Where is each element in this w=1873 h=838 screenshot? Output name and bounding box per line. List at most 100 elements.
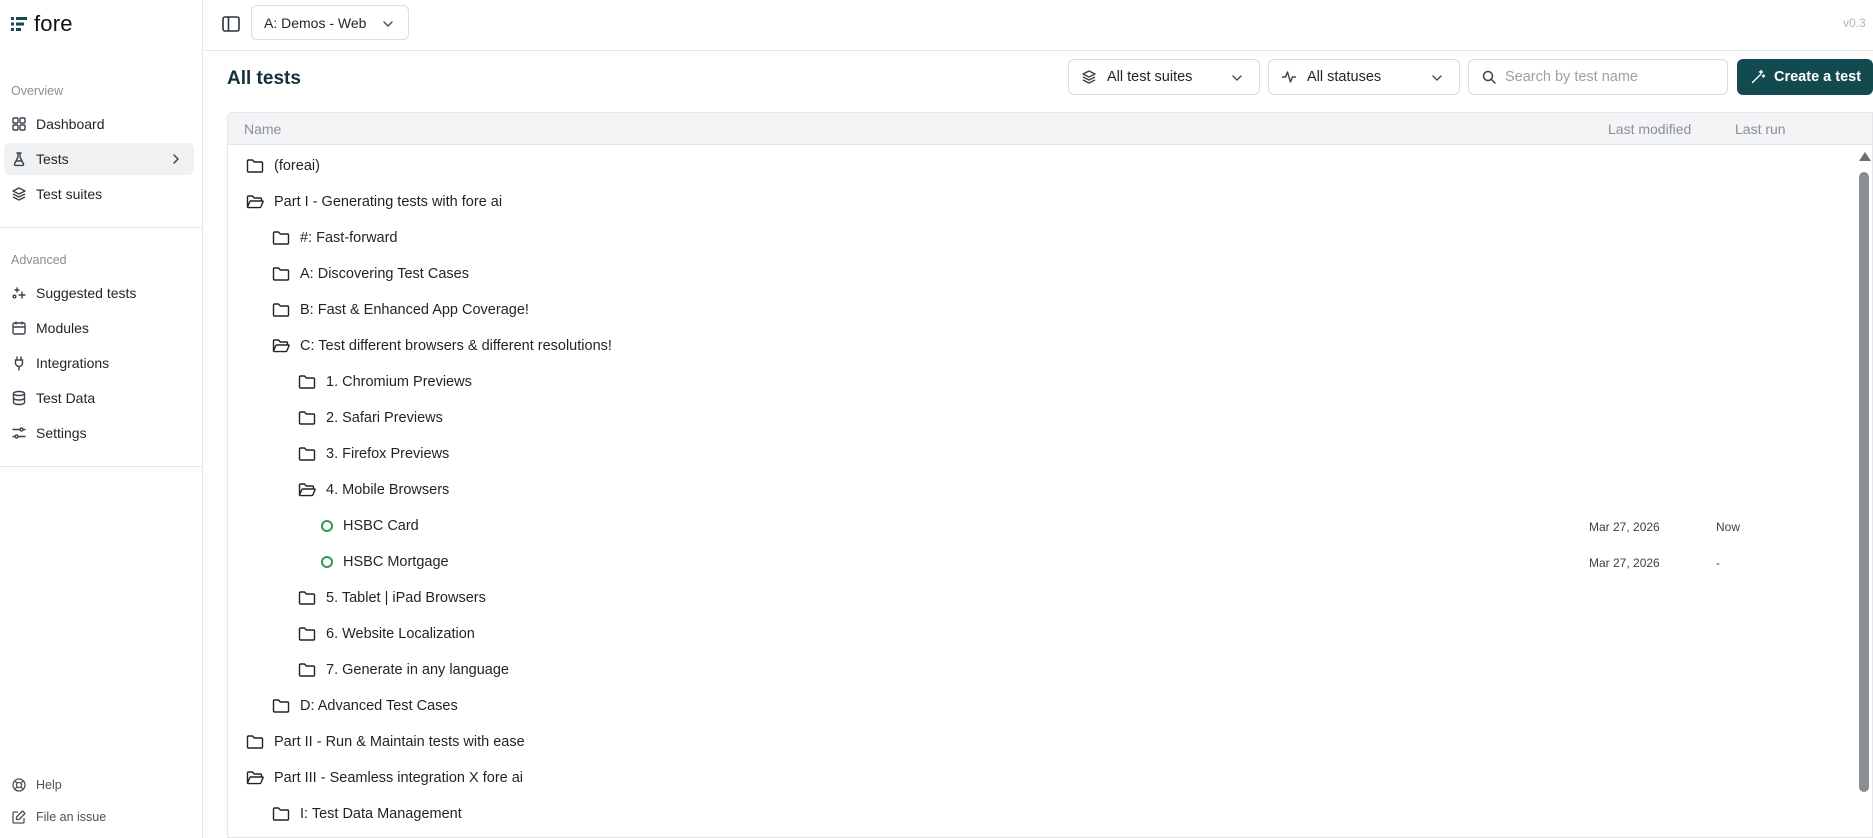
row-name-cell: 2. Safari Previews bbox=[298, 410, 443, 426]
folder-icon bbox=[272, 231, 290, 245]
sidebar-toggle-icon[interactable] bbox=[219, 12, 243, 36]
last-modified-cell: Mar 27, 2026 bbox=[1589, 520, 1660, 534]
row-name-cell: Part I - Generating tests with fore ai bbox=[246, 194, 502, 210]
folder-row[interactable]: 1. Chromium Previews bbox=[228, 365, 1872, 401]
sidebar-item-tests[interactable]: Tests bbox=[4, 143, 194, 175]
edit-icon bbox=[12, 810, 26, 824]
layers-icon bbox=[1082, 70, 1096, 84]
row-name-cell: B: Fast & Enhanced App Coverage! bbox=[272, 302, 529, 318]
sidebar-item-test-data[interactable]: Test Data bbox=[4, 382, 194, 414]
magic-wand-icon bbox=[1751, 69, 1766, 84]
row-name-label: Part I - Generating tests with fore ai bbox=[274, 194, 503, 210]
test-suites-filter[interactable]: All test suites bbox=[1068, 59, 1260, 95]
flask-icon bbox=[13, 152, 25, 167]
scroll-up-arrow-icon[interactable] bbox=[1859, 152, 1871, 161]
sidebar-item-label: Suggested tests bbox=[36, 285, 137, 301]
section-label-advanced: Advanced bbox=[11, 253, 67, 267]
row-name-cell: 4. Mobile Browsers bbox=[298, 482, 449, 498]
folder-row[interactable]: 5. Tablet | iPad Browsers bbox=[228, 581, 1872, 617]
sidebar-item-settings[interactable]: Settings bbox=[4, 417, 194, 449]
table-scrollbar[interactable] bbox=[1858, 152, 1871, 792]
status-filter-value: All statuses bbox=[1307, 69, 1382, 85]
scroll-thumb[interactable] bbox=[1859, 172, 1869, 792]
row-name-cell: 3. Firefox Previews bbox=[298, 446, 449, 462]
row-name-label: I: Test Data Management bbox=[300, 806, 462, 822]
app-version: v0.3 bbox=[1843, 16, 1866, 30]
chevron-down-icon bbox=[383, 21, 393, 27]
dashboard-icon bbox=[12, 117, 26, 131]
sidebar-divider bbox=[0, 466, 203, 467]
project-select[interactable]: A: Demos - Web bbox=[251, 5, 409, 40]
folder-icon bbox=[246, 159, 264, 173]
test-row[interactable]: HSBC Mortgage Mar 27, 2026 - bbox=[228, 545, 1872, 581]
row-name-label: 3. Firefox Previews bbox=[326, 446, 450, 462]
folder-row[interactable]: 7. Generate in any language bbox=[228, 653, 1872, 689]
folder-row[interactable]: Part I - Generating tests with fore ai bbox=[228, 185, 1872, 221]
page-title: All tests bbox=[227, 68, 301, 89]
folder-row[interactable]: #: Fast-forward bbox=[228, 221, 1872, 257]
column-header-last-modified[interactable]: Last modified bbox=[1608, 121, 1691, 137]
row-name-label: Part II - Run & Maintain tests with ease bbox=[274, 734, 525, 750]
row-name-label: HSBC Card bbox=[343, 518, 419, 534]
row-name-cell: Part III - Seamless integration X fore a… bbox=[246, 770, 523, 786]
folder-row[interactable]: 6. Website Localization bbox=[228, 617, 1872, 653]
status-filter[interactable]: All statuses bbox=[1268, 59, 1460, 95]
create-test-button[interactable]: Create a test bbox=[1737, 59, 1873, 95]
folder-row[interactable]: Part II - Run & Maintain tests with ease bbox=[228, 725, 1872, 761]
file-issue-link[interactable]: File an issue bbox=[4, 804, 106, 830]
test-row[interactable]: HSBC Card Mar 27, 2026 Now bbox=[228, 509, 1872, 545]
help-icon bbox=[12, 778, 26, 792]
folder-row[interactable]: 3. Firefox Previews bbox=[228, 437, 1872, 473]
sidebar-divider bbox=[0, 227, 203, 228]
row-name-cell: HSBC Card bbox=[321, 518, 419, 534]
file-issue-label: File an issue bbox=[36, 810, 107, 824]
sparkle-icon bbox=[12, 287, 26, 299]
row-name-cell: 7. Generate in any language bbox=[298, 662, 509, 678]
status-circle-icon bbox=[321, 520, 333, 532]
folder-row[interactable]: 2. Safari Previews bbox=[228, 401, 1872, 437]
sidebar-item-test-suites[interactable]: Test suites bbox=[4, 178, 194, 210]
create-test-label: Create a test bbox=[1774, 69, 1862, 85]
folder-row[interactable]: 4. Mobile Browsers bbox=[228, 473, 1872, 509]
chevron-right-icon bbox=[173, 154, 179, 164]
folder-row[interactable]: B: Fast & Enhanced App Coverage! bbox=[228, 293, 1872, 329]
search-input[interactable] bbox=[1505, 69, 1715, 85]
row-name-label: C: Test different browsers & different r… bbox=[300, 338, 612, 354]
sidebar-item-label: Tests bbox=[36, 151, 69, 167]
row-name-label: #: Fast-forward bbox=[300, 230, 398, 246]
app-logo[interactable]: fore bbox=[11, 11, 73, 37]
folder-icon bbox=[272, 267, 290, 281]
sidebar-item-suggested-tests[interactable]: Suggested tests bbox=[4, 277, 194, 309]
sidebar-item-integrations[interactable]: Integrations bbox=[4, 347, 194, 379]
help-label: Help bbox=[36, 778, 62, 792]
sidebar-item-modules[interactable]: Modules bbox=[4, 312, 194, 344]
database-icon bbox=[12, 390, 26, 406]
folder-row[interactable]: Part III - Seamless integration X fore a… bbox=[228, 761, 1872, 797]
row-name-cell: 1. Chromium Previews bbox=[298, 374, 472, 390]
sliders-icon bbox=[12, 427, 26, 439]
table-header: Name Last modified Last run bbox=[228, 113, 1872, 145]
plug-icon bbox=[14, 356, 24, 371]
column-header-last-run[interactable]: Last run bbox=[1735, 121, 1786, 137]
row-name-label: Part III - Seamless integration X fore a… bbox=[274, 770, 524, 786]
folder-row[interactable]: (foreai) bbox=[228, 149, 1872, 185]
sidebar-item-dashboard[interactable]: Dashboard bbox=[4, 108, 194, 140]
folder-row[interactable]: I: Test Data Management bbox=[228, 797, 1872, 833]
column-header-name[interactable]: Name bbox=[244, 121, 281, 137]
row-name-cell: Part II - Run & Maintain tests with ease bbox=[246, 734, 525, 750]
folder-row[interactable]: D: Advanced Test Cases bbox=[228, 689, 1872, 725]
help-link[interactable]: Help bbox=[4, 772, 62, 798]
sidebar-item-label: Integrations bbox=[36, 355, 110, 371]
sidebar-item-label: Settings bbox=[36, 425, 87, 441]
folder-row[interactable]: A: Discovering Test Cases bbox=[228, 257, 1872, 293]
folder-icon bbox=[246, 735, 264, 749]
folder-icon bbox=[298, 591, 316, 605]
row-name-cell: A: Discovering Test Cases bbox=[272, 266, 469, 282]
sidebar-item-label: Test Data bbox=[36, 390, 96, 406]
row-name-label: 7. Generate in any language bbox=[326, 662, 509, 678]
folder-open-icon bbox=[246, 771, 264, 785]
layers-icon bbox=[12, 187, 26, 201]
folder-row[interactable]: C: Test different browsers & different r… bbox=[228, 329, 1872, 365]
test-suites-filter-value: All test suites bbox=[1107, 69, 1193, 85]
row-name-label: 6. Website Localization bbox=[326, 626, 475, 642]
